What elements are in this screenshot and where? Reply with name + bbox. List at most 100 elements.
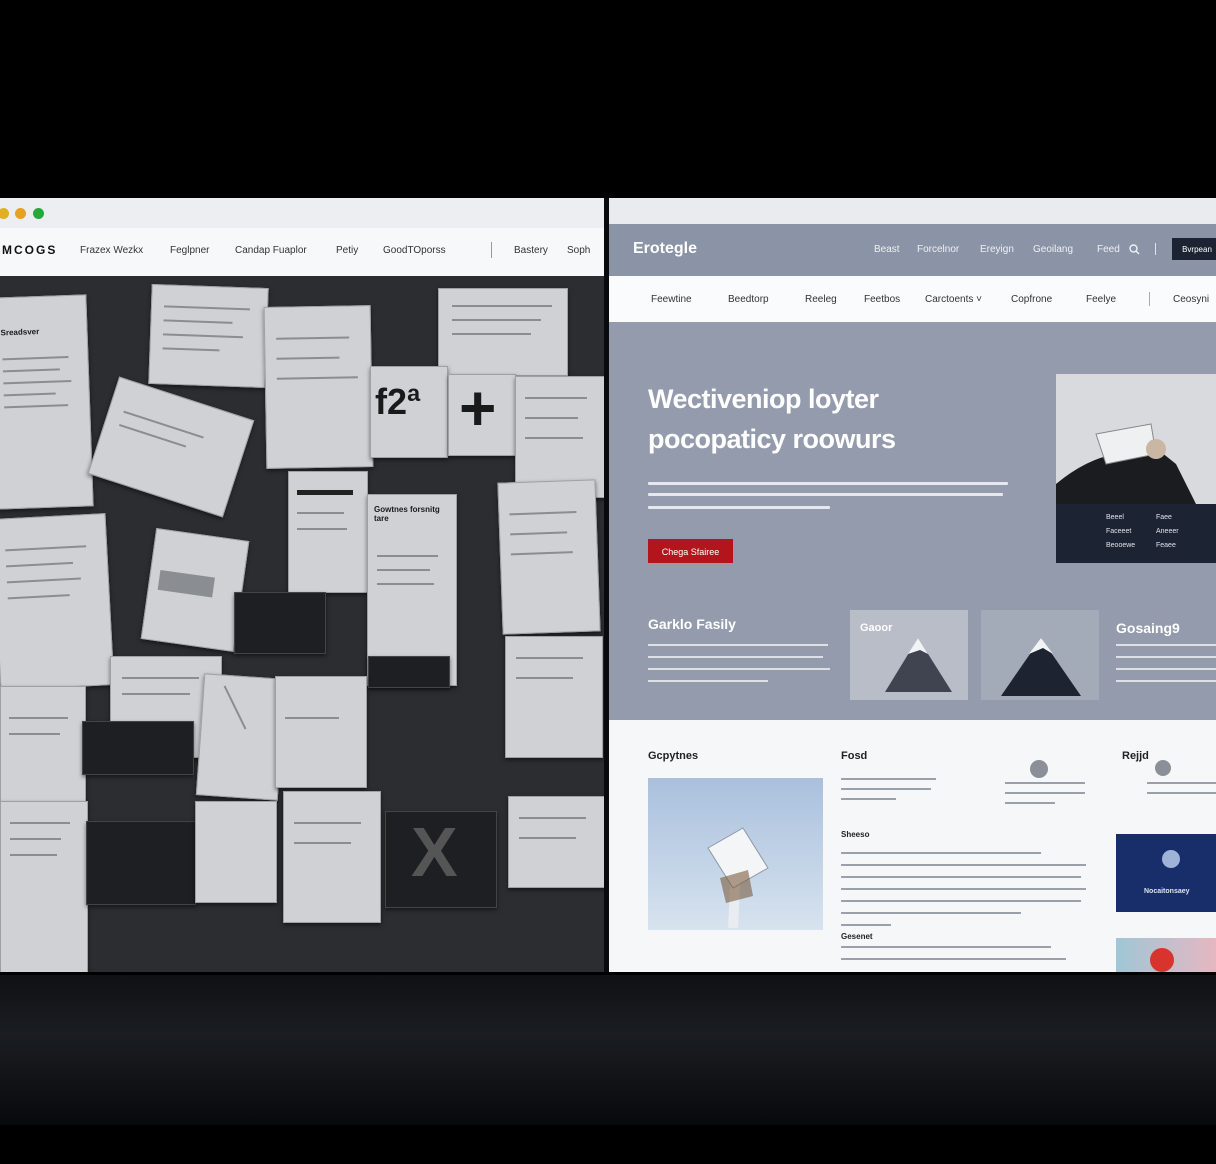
text-line xyxy=(841,946,1051,948)
text-line xyxy=(1147,792,1216,794)
hero-title: pocopaticy roowurs xyxy=(648,424,896,454)
card-label: Gaoor xyxy=(860,622,893,634)
subnav-link[interactable]: Ceosyni xyxy=(1173,294,1209,305)
promo-label: Nocaitonsaey xyxy=(1144,888,1190,895)
text-line xyxy=(1147,782,1216,784)
header-link[interactable]: Forcelnor xyxy=(917,244,959,255)
text-line xyxy=(1005,802,1055,804)
feature-text-line xyxy=(1116,680,1216,682)
subnav-link[interactable]: Feetbos xyxy=(864,294,900,305)
text-line xyxy=(841,864,1086,866)
subnav-dropdown[interactable]: Carctoents ˅ xyxy=(925,294,982,305)
header-cta-button[interactable]: Bvrpean xyxy=(1172,238,1216,260)
subheading: Sheeso xyxy=(841,830,870,839)
paper-sheet xyxy=(438,288,568,376)
paper-sheet: Sreadsver xyxy=(0,294,94,510)
paper-sheet xyxy=(505,636,603,758)
sub-navbar: Feewtine Beedtorp Reeleg Feetbos Carctoe… xyxy=(609,276,1216,323)
minimize-dot[interactable] xyxy=(0,208,9,219)
paper-sheet xyxy=(275,676,367,788)
avatar[interactable] xyxy=(1155,760,1171,776)
avatar xyxy=(1162,850,1180,868)
card-row-value: Aneeer xyxy=(1156,528,1179,535)
header-link[interactable]: Ereyign xyxy=(980,244,1014,255)
feature-text-line xyxy=(1116,656,1216,658)
mountain-card[interactable]: Gaoor xyxy=(850,610,968,700)
hero-text-line xyxy=(648,482,1008,485)
text-line xyxy=(1005,782,1085,784)
thumbnail-card[interactable] xyxy=(1116,938,1216,972)
dark-paper-card xyxy=(234,592,326,654)
tower-image xyxy=(707,827,769,929)
card-row-label: Beooewe xyxy=(1106,542,1136,549)
subnav-link[interactable]: Reeleg xyxy=(805,294,837,305)
text-line xyxy=(1005,792,1085,794)
paper-sheet xyxy=(288,471,368,593)
header-link[interactable]: Geoilang xyxy=(1033,244,1073,255)
header-link[interactable]: Beast xyxy=(874,244,900,255)
left-browser-window: MCOGS Frazex Wezkx Feglpner Candap Fuapl… xyxy=(0,198,604,972)
paper-sheet xyxy=(263,305,374,469)
fullscreen-dot[interactable] xyxy=(33,208,44,219)
hero-section: Wectiveniop loyter pocopaticy roowurs Ch… xyxy=(609,322,1216,720)
feature-text-line xyxy=(648,656,823,658)
hero-title: Wectiveniop loyter xyxy=(648,384,879,414)
subnav-link[interactable]: Feelye xyxy=(1086,294,1116,305)
feature-text-line xyxy=(1116,668,1216,670)
nav-link[interactable]: Soph xyxy=(567,245,590,256)
nav-link[interactable]: Bastery xyxy=(514,245,548,256)
feature-text-line xyxy=(648,680,768,682)
avatar[interactable] xyxy=(1030,760,1048,778)
subnav-link[interactable]: Copfrone xyxy=(1011,294,1052,305)
card-row-label: Beeel xyxy=(1106,514,1124,521)
text-line xyxy=(841,798,896,800)
paper-sheet xyxy=(195,673,287,801)
nav-link[interactable]: Frazex Wezkx xyxy=(80,245,143,256)
section-heading: Gcpytnes xyxy=(648,750,699,762)
section-heading: Fosd xyxy=(841,750,868,762)
dark-paper-card xyxy=(368,656,450,688)
card-info-panel: Beeel Faee Faceeet Aneeer Beooewe Feaee xyxy=(1056,504,1216,563)
promo-card[interactable]: Nocaitonsaey xyxy=(1116,834,1216,912)
feature-text-line xyxy=(648,644,828,646)
tower-photo[interactable] xyxy=(648,778,823,930)
mountain-card[interactable] xyxy=(981,610,1099,700)
nav-link[interactable]: Candap Fuaplor xyxy=(235,245,307,256)
subheading: Gesenet xyxy=(841,932,873,941)
zoom-dot[interactable] xyxy=(15,208,26,219)
header-link[interactable]: Feed xyxy=(1097,244,1120,255)
mountain-icon xyxy=(885,638,952,692)
content-section: Gcpytnes Fosd Rejjd Sheeso Gesenet Nocai… xyxy=(609,720,1216,972)
brand-logo[interactable]: Erotegle xyxy=(633,240,697,258)
text-line xyxy=(841,924,891,926)
text-line xyxy=(841,778,936,780)
paper-sheet xyxy=(508,796,604,888)
subnav-link[interactable]: Beedtorp xyxy=(728,294,769,305)
hooded-figure-image xyxy=(1056,374,1216,504)
nav-link[interactable]: Petiy xyxy=(336,245,358,256)
feature-text-line xyxy=(1116,644,1216,646)
paper-sheet xyxy=(0,801,88,972)
paper-heading: Gowtnes forsnitg tare xyxy=(374,505,440,523)
paper-sheet xyxy=(87,376,255,518)
subnav-link[interactable]: Feewtine xyxy=(651,294,692,305)
text-line xyxy=(841,958,1066,960)
site-logo[interactable]: MCOGS xyxy=(2,243,57,257)
plus-mark: + xyxy=(459,374,497,444)
card-row-value: Feaee xyxy=(1156,542,1176,549)
hero-cta-button[interactable]: Chega Sfairee xyxy=(648,539,733,563)
red-circle-icon xyxy=(1150,948,1174,972)
big-code-text: f2ª xyxy=(375,381,421,422)
paper-sheet xyxy=(148,283,269,389)
header-divider xyxy=(1155,243,1156,255)
window-chrome xyxy=(609,198,1216,224)
hero-image-card[interactable]: Beeel Faee Faceeet Aneeer Beooewe Feaee xyxy=(1056,374,1216,563)
paper-sheet xyxy=(497,479,601,635)
nav-link[interactable]: Feglpner xyxy=(170,245,209,256)
nav-link[interactable]: GoodTOporss xyxy=(383,245,446,256)
paper-sheet xyxy=(0,513,115,691)
left-navbar: MCOGS Frazex Wezkx Feglpner Candap Fuapl… xyxy=(0,228,604,277)
x-mark: X xyxy=(411,813,458,891)
search-icon[interactable] xyxy=(1129,244,1140,255)
feature-title: Garklo Fasily xyxy=(648,616,736,632)
